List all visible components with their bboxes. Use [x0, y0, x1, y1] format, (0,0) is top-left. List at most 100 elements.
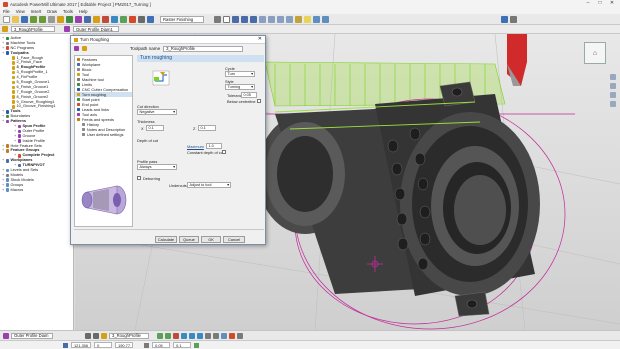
tolerance-input[interactable]: 0.05: [241, 92, 257, 98]
layers-icon[interactable]: [313, 15, 320, 23]
sim-machine-icon[interactable]: [237, 332, 243, 339]
dialog-close-button[interactable]: ✕: [258, 36, 262, 42]
below-centreline-checkbox[interactable]: [257, 99, 261, 103]
view-cube[interactable]: ⌂: [584, 42, 606, 64]
zoom-out-icon[interactable]: [610, 83, 616, 89]
bottom-profile-combo[interactable]: Outer Profile Diam: [11, 332, 53, 339]
fit-view-icon[interactable]: [610, 92, 616, 98]
turning-illustration: [152, 70, 170, 86]
menu-draw[interactable]: Draw: [47, 9, 57, 14]
page-tree-item[interactable]: User defined settings: [75, 132, 132, 137]
thickness-z-input[interactable]: 0.1: [198, 125, 216, 131]
expand-icon[interactable]: +: [2, 119, 6, 124]
boundary-icon[interactable]: [66, 15, 73, 23]
menu-tools[interactable]: Tools: [63, 9, 73, 14]
help-icon[interactable]: [501, 15, 508, 23]
view-front-icon[interactable]: [277, 15, 284, 23]
settings-icon[interactable]: [510, 15, 517, 23]
workplane-icon[interactable]: [84, 15, 91, 23]
status-tolerance[interactable]: 0.05: [152, 342, 171, 348]
stop-icon[interactable]: [173, 332, 179, 339]
nc-program-icon[interactable]: [129, 15, 136, 23]
macro-icon[interactable]: [138, 15, 145, 23]
style-dropdown[interactable]: Turning: [225, 84, 255, 90]
pattern-selector-icon[interactable]: [64, 26, 70, 32]
shaded-view-icon[interactable]: [214, 15, 221, 23]
prev-toolpath-icon[interactable]: [85, 332, 91, 339]
save-icon[interactable]: [21, 15, 28, 23]
expand-icon[interactable]: +: [2, 158, 6, 163]
close-window-button[interactable]: ✕: [606, 0, 618, 6]
explorer-item[interactable]: + Macros: [2, 187, 73, 193]
new-icon[interactable]: [3, 15, 10, 23]
menu-file[interactable]: File: [3, 9, 10, 14]
pattern-combo-icon[interactable]: [3, 332, 9, 339]
tool-select-icon[interactable]: [82, 46, 87, 52]
deburring-checkbox[interactable]: [137, 176, 141, 180]
pan-icon[interactable]: [250, 15, 257, 23]
play-icon[interactable]: [157, 332, 163, 339]
cycle-dropdown[interactable]: Turn: [225, 71, 255, 77]
tool-icon[interactable]: [57, 15, 64, 23]
toolpath-selector-icon[interactable]: [2, 26, 8, 32]
menu-help[interactable]: Help: [79, 9, 88, 14]
step-icon[interactable]: [165, 332, 171, 339]
status-stepover[interactable]: 0.1: [173, 342, 192, 348]
undo-icon[interactable]: [30, 15, 37, 23]
stock-icon[interactable]: [322, 15, 329, 23]
dialog-title-bar[interactable]: Turn Roughing ✕: [71, 36, 265, 44]
strategy-icon[interactable]: [147, 15, 154, 23]
zoom-in-icon[interactable]: [610, 74, 616, 80]
bottom-rough-combo[interactable]: 3_RoughProfile: [109, 332, 149, 339]
home-view-icon[interactable]: ⌂: [593, 50, 597, 57]
redo-icon[interactable]: [39, 15, 46, 23]
wireframe-icon[interactable]: [223, 15, 230, 23]
maximum-depth-input[interactable]: 1.0: [206, 143, 222, 149]
sim-settings-icon[interactable]: [181, 332, 187, 339]
ok-button[interactable]: OK: [201, 236, 221, 243]
menu-view[interactable]: View: [16, 9, 25, 14]
toolpath-name-input[interactable]: 3_RoughProfile: [163, 46, 244, 52]
block-icon[interactable]: [48, 15, 55, 23]
strategy-combo[interactable]: Raster Finishing: [160, 15, 204, 23]
view-iso-icon[interactable]: [259, 15, 266, 23]
maximize-button[interactable]: □: [594, 0, 606, 6]
sim-record-icon[interactable]: [213, 332, 219, 339]
view-top-icon[interactable]: [268, 15, 275, 23]
open-icon[interactable]: [12, 15, 19, 23]
pan-view-icon[interactable]: [610, 101, 616, 107]
verify-icon[interactable]: [120, 15, 127, 23]
minimize-button[interactable]: –: [582, 0, 594, 6]
cut-direction-dropdown[interactable]: Negative: [137, 109, 177, 115]
undercuts-dropdown[interactable]: Adjust to tool: [187, 182, 231, 188]
zoom-icon[interactable]: [232, 15, 239, 23]
measure-icon[interactable]: [295, 15, 302, 23]
expand-icon[interactable]: +: [2, 188, 6, 193]
calculate-icon[interactable]: [102, 15, 109, 23]
view-right-icon[interactable]: [286, 15, 293, 23]
toolpath-combo[interactable]: 3_RoughProfile: [11, 26, 55, 32]
constant-depth-checkbox[interactable]: [222, 150, 226, 154]
rotate-icon[interactable]: [241, 15, 248, 23]
sim-view-icon[interactable]: [197, 332, 203, 339]
toolpath-combo-icon[interactable]: [101, 332, 107, 339]
expand-icon[interactable]: +: [2, 148, 6, 153]
queue-button[interactable]: Queue: [179, 236, 199, 243]
toolpath-icon[interactable]: [93, 15, 100, 23]
sim-speed-icon[interactable]: [189, 332, 195, 339]
light-icon[interactable]: [304, 15, 311, 23]
calculate-button[interactable]: Calculate: [155, 236, 177, 243]
sim-shade-icon[interactable]: [205, 332, 211, 339]
sim-stock-icon[interactable]: [221, 332, 227, 339]
pattern-select-icon[interactable]: [74, 46, 79, 52]
next-toolpath-icon[interactable]: [93, 332, 99, 339]
profile-combo[interactable]: Outer Profile Diam1: [73, 26, 119, 32]
sim-collision-icon[interactable]: [229, 332, 235, 339]
expand-icon[interactable]: +: [2, 51, 6, 56]
thickness-x-input[interactable]: 0.1: [146, 125, 164, 131]
menu-insert[interactable]: Insert: [31, 9, 41, 14]
simulation-icon[interactable]: [111, 15, 118, 23]
profile-pass-dropdown[interactable]: Always: [137, 164, 177, 170]
cancel-button[interactable]: Cancel: [223, 236, 245, 243]
pattern-icon[interactable]: [75, 15, 82, 23]
